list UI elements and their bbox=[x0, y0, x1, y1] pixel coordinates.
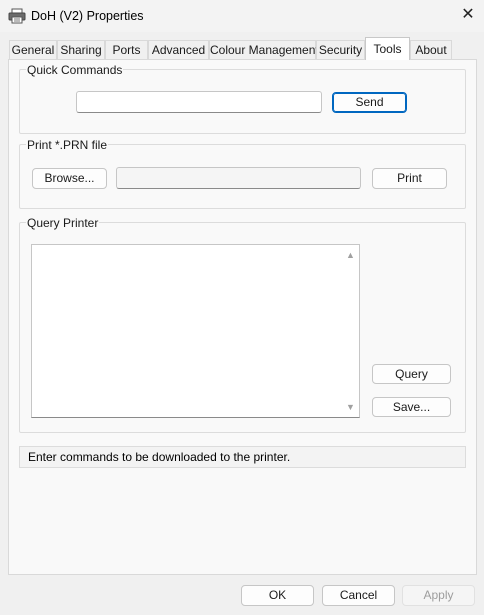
tab-colour-management[interactable]: Colour Management bbox=[209, 40, 319, 59]
query-printer-legend: Query Printer bbox=[26, 216, 100, 230]
scroll-up-icon[interactable]: ▲ bbox=[344, 249, 357, 262]
prn-file-path-field[interactable] bbox=[116, 167, 361, 189]
title-bar: DoH (V2) Properties ✕ bbox=[0, 0, 484, 32]
send-button[interactable]: Send bbox=[332, 92, 407, 113]
query-button[interactable]: Query bbox=[372, 364, 451, 384]
tab-sharing[interactable]: Sharing bbox=[57, 40, 105, 59]
tab-about[interactable]: About bbox=[410, 40, 452, 59]
tab-tools[interactable]: Tools bbox=[365, 37, 410, 60]
cancel-button[interactable]: Cancel bbox=[322, 585, 395, 606]
quick-command-input[interactable] bbox=[76, 91, 322, 113]
print-button[interactable]: Print bbox=[372, 168, 447, 189]
print-prn-legend: Print *.PRN file bbox=[26, 138, 109, 152]
window-title: DoH (V2) Properties bbox=[31, 9, 144, 23]
close-icon[interactable]: ✕ bbox=[456, 4, 480, 26]
ok-button[interactable]: OK bbox=[241, 585, 314, 606]
save-button[interactable]: Save... bbox=[372, 397, 451, 417]
status-bar: Enter commands to be downloaded to the p… bbox=[19, 446, 466, 468]
printer-icon bbox=[8, 8, 26, 24]
scroll-down-icon[interactable]: ▼ bbox=[344, 401, 357, 414]
tab-advanced[interactable]: Advanced bbox=[148, 40, 209, 59]
tab-ports[interactable]: Ports bbox=[105, 40, 148, 59]
browse-button[interactable]: Browse... bbox=[32, 168, 107, 189]
query-results-textarea[interactable]: ▲ ▼ bbox=[31, 244, 360, 418]
tab-general[interactable]: General bbox=[9, 40, 57, 59]
tab-security[interactable]: Security bbox=[316, 40, 365, 59]
quick-commands-legend: Quick Commands bbox=[26, 63, 124, 77]
apply-button: Apply bbox=[402, 585, 475, 606]
